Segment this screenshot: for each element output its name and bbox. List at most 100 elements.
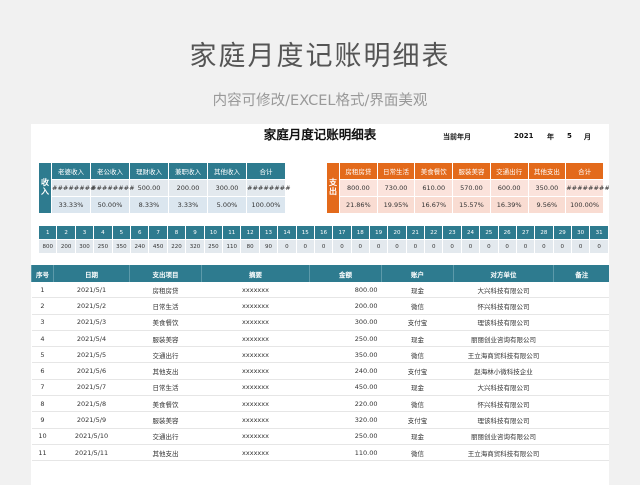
cell-date[interactable]: 2021/5/4 bbox=[53, 330, 130, 348]
income-amount-cell[interactable]: ######## bbox=[246, 179, 291, 197]
column-header-index[interactable]: 序号 bbox=[31, 265, 54, 282]
cell-counterparty[interactable]: 大兴科技有限公司 bbox=[453, 379, 554, 397]
table-row[interactable]: 11 2021/5/11 其他支出 xxxxxxx 110.00 微信 王立海商贸科技有限公… bbox=[31, 444, 609, 462]
cell-index[interactable]: 3 bbox=[31, 314, 54, 331]
income-amount-cell[interactable]: ######## bbox=[51, 179, 96, 197]
cell-amount[interactable]: 300.00 bbox=[309, 314, 382, 331]
day-total-cell[interactable]: 250 bbox=[203, 239, 224, 254]
day-total-cell[interactable]: 0 bbox=[387, 239, 407, 254]
cell-amount[interactable]: 350.00 bbox=[309, 346, 382, 364]
cell-notes[interactable] bbox=[553, 379, 609, 397]
cell-summary[interactable]: xxxxxxx bbox=[201, 444, 310, 462]
cell-account[interactable]: 支付宝 bbox=[381, 362, 454, 380]
day-total-cell[interactable]: 0 bbox=[442, 239, 462, 254]
table-row[interactable]: 2 2021/5/2 日常生活 xxxxxxx 200.00 微信 怀兴科技有限公司 bbox=[31, 297, 609, 315]
expense-amount-cell[interactable]: 350.00 bbox=[527, 179, 567, 197]
cell-counterparty[interactable]: 怀兴科技有限公司 bbox=[453, 297, 554, 315]
cell-notes[interactable] bbox=[553, 282, 609, 299]
cell-category[interactable]: 其他支出 bbox=[129, 444, 202, 462]
year-value[interactable]: 2021 bbox=[514, 132, 533, 140]
cell-date[interactable]: 2021/5/5 bbox=[53, 346, 130, 364]
income-percent-cell[interactable]: 50.00% bbox=[90, 196, 130, 214]
cell-counterparty[interactable]: 大兴科技有限公司 bbox=[453, 282, 554, 299]
cell-account[interactable]: 微信 bbox=[381, 444, 454, 462]
cell-account[interactable]: 现金 bbox=[381, 330, 454, 348]
income-percent-cell[interactable]: 3.33% bbox=[168, 196, 208, 214]
cell-summary[interactable]: xxxxxxx bbox=[201, 362, 310, 380]
cell-notes[interactable] bbox=[553, 346, 609, 364]
expense-percent-cell[interactable]: 21.86% bbox=[339, 196, 378, 214]
day-total-cell[interactable]: 0 bbox=[405, 239, 426, 254]
cell-category[interactable]: 交通出行 bbox=[129, 428, 202, 445]
day-total-cell[interactable]: 0 bbox=[332, 239, 352, 254]
day-total-cell[interactable]: 0 bbox=[552, 239, 572, 254]
cell-category[interactable]: 日常生活 bbox=[129, 379, 202, 397]
cell-notes[interactable] bbox=[553, 395, 609, 413]
cell-date[interactable]: 2021/5/6 bbox=[53, 362, 130, 380]
expense-amount-cell[interactable]: 600.00 bbox=[489, 179, 529, 197]
day-total-cell[interactable]: 320 bbox=[185, 239, 205, 254]
expense-amount-cell[interactable]: 730.00 bbox=[376, 179, 416, 197]
expense-amount-cell[interactable]: 570.00 bbox=[452, 179, 491, 197]
cell-amount[interactable]: 800.00 bbox=[309, 282, 382, 299]
cell-counterparty[interactable]: 丽丽创业咨询有限公司 bbox=[453, 330, 554, 348]
income-amount-cell[interactable]: ######## bbox=[90, 179, 135, 197]
income-amount-cell[interactable]: 200.00 bbox=[168, 179, 208, 197]
table-row[interactable]: 9 2021/5/9 服装美容 xxxxxxx 320.00 支付宝 理该科技有限公司 bbox=[31, 411, 609, 429]
expense-amount-cell[interactable]: ######## bbox=[565, 179, 609, 197]
table-row[interactable]: 4 2021/5/4 服装美容 xxxxxxx 250.00 现金 丽丽创业咨询有限公司 bbox=[31, 330, 609, 348]
cell-notes[interactable] bbox=[553, 330, 609, 348]
cell-account[interactable]: 支付宝 bbox=[381, 411, 454, 429]
day-total-cell[interactable]: 300 bbox=[74, 239, 95, 254]
cell-amount[interactable]: 220.00 bbox=[309, 395, 382, 413]
cell-summary[interactable]: xxxxxxx bbox=[201, 395, 310, 413]
cell-date[interactable]: 2021/5/8 bbox=[53, 395, 130, 413]
cell-index[interactable]: 4 bbox=[31, 330, 54, 348]
cell-date[interactable]: 2021/5/3 bbox=[53, 314, 130, 331]
day-total-cell[interactable]: 0 bbox=[515, 239, 536, 254]
column-header-amount[interactable]: 金额 bbox=[309, 265, 382, 282]
expense-percent-cell[interactable]: 100.00% bbox=[565, 196, 604, 214]
expense-amount-cell[interactable]: 800.00 bbox=[339, 179, 378, 197]
cell-index[interactable]: 1 bbox=[31, 282, 54, 299]
cell-summary[interactable]: xxxxxxx bbox=[201, 330, 310, 348]
month-value[interactable]: 5 bbox=[567, 132, 572, 140]
day-total-cell[interactable]: 250 bbox=[93, 239, 113, 254]
cell-category[interactable]: 日常生活 bbox=[129, 297, 202, 315]
day-total-cell[interactable]: 240 bbox=[130, 239, 150, 254]
column-header-account[interactable]: 账户 bbox=[381, 265, 454, 282]
cell-notes[interactable] bbox=[553, 314, 609, 331]
column-header-category[interactable]: 支出项目 bbox=[129, 265, 202, 282]
day-total-cell[interactable]: 80 bbox=[240, 239, 260, 254]
cell-category[interactable]: 美食餐饮 bbox=[129, 314, 202, 331]
day-total-cell[interactable]: 0 bbox=[313, 239, 334, 254]
cell-counterparty[interactable]: 丽丽创业咨询有限公司 bbox=[453, 428, 554, 445]
expense-amount-cell[interactable]: 610.00 bbox=[414, 179, 454, 197]
day-total-cell[interactable]: 0 bbox=[534, 239, 554, 254]
cell-summary[interactable]: xxxxxxx bbox=[201, 379, 310, 397]
cell-account[interactable]: 微信 bbox=[381, 346, 454, 364]
table-row[interactable]: 6 2021/5/6 其他支出 xxxxxxx 240.00 支付宝 赵海林小微科技企业 bbox=[31, 362, 609, 380]
cell-account[interactable]: 现金 bbox=[381, 379, 454, 397]
cell-counterparty[interactable]: 怀兴科技有限公司 bbox=[453, 395, 554, 413]
cell-index[interactable]: 7 bbox=[31, 379, 54, 397]
table-row[interactable]: 10 2021/5/10 交通出行 xxxxxxx 250.00 现金 丽丽创业咨询有限公司 bbox=[31, 428, 609, 445]
cell-index[interactable]: 8 bbox=[31, 395, 54, 413]
cell-account[interactable]: 微信 bbox=[381, 297, 454, 315]
cell-amount[interactable]: 250.00 bbox=[309, 330, 382, 348]
cell-amount[interactable]: 450.00 bbox=[309, 379, 382, 397]
cell-notes[interactable] bbox=[553, 362, 609, 380]
cell-date[interactable]: 2021/5/9 bbox=[53, 411, 130, 429]
day-total-cell[interactable]: 110 bbox=[222, 239, 242, 254]
day-total-cell[interactable]: 0 bbox=[424, 239, 444, 254]
day-total-cell[interactable]: 0 bbox=[589, 239, 609, 254]
day-total-cell[interactable]: 0 bbox=[368, 239, 389, 254]
day-total-cell[interactable]: 350 bbox=[111, 239, 132, 254]
cell-date[interactable]: 2021/5/11 bbox=[53, 444, 130, 462]
cell-index[interactable]: 9 bbox=[31, 411, 54, 429]
day-total-cell[interactable]: 0 bbox=[350, 239, 370, 254]
cell-amount[interactable]: 320.00 bbox=[309, 411, 382, 429]
income-percent-cell[interactable]: 8.33% bbox=[129, 196, 169, 214]
cell-date[interactable]: 2021/5/10 bbox=[53, 428, 130, 445]
income-percent-cell[interactable]: 5.00% bbox=[207, 196, 247, 214]
